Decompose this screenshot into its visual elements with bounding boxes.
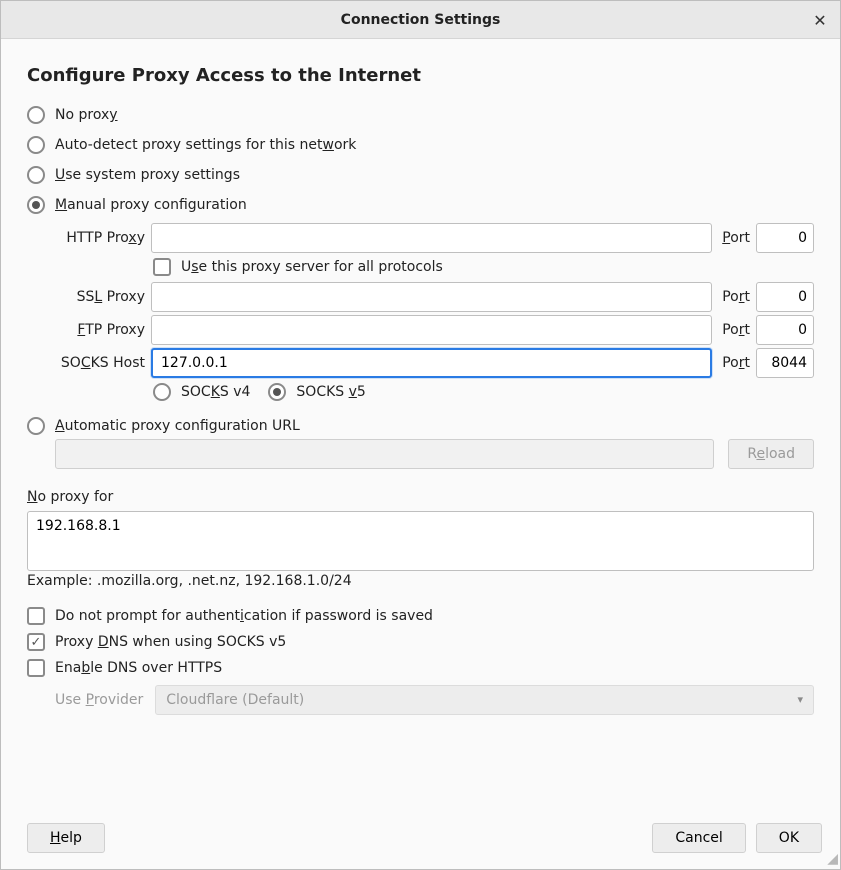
radio-mode-manual[interactable] [27, 196, 45, 214]
ftp-proxy-label: FTP Proxy [55, 322, 145, 338]
ssl-proxy-label: SSL Proxy [55, 289, 145, 305]
radio-mode-system-label[interactable]: Use system proxy settings [55, 167, 240, 183]
radio-mode-pac[interactable] [27, 417, 45, 435]
checkbox-no-auth-prompt[interactable] [27, 607, 45, 625]
radio-socks-v4-label[interactable]: SOCKS v4 [181, 384, 250, 400]
socks-host-label: SOCKS Host [55, 355, 145, 371]
http-port-label: Port [722, 230, 750, 246]
socks-port-label: Port [722, 355, 750, 371]
radio-mode-none[interactable] [27, 106, 45, 124]
radio-socks-v5[interactable] [268, 383, 286, 401]
no-proxy-label: No proxy for [27, 489, 814, 505]
dialog-title: Connection Settings [341, 12, 501, 28]
checkbox-no-auth-prompt-label[interactable]: Do not prompt for authentication if pass… [55, 608, 433, 624]
radio-mode-pac-label[interactable]: Automatic proxy configuration URL [55, 418, 300, 434]
manual-proxy-grid: HTTP Proxy Port Use this proxy server fo… [55, 220, 814, 407]
radio-socks-v5-label[interactable]: SOCKS v5 [296, 384, 365, 400]
ftp-port-label: Port [722, 322, 750, 338]
checkbox-proxy-dns[interactable] [27, 633, 45, 651]
ssl-port-input[interactable] [756, 282, 814, 312]
page-heading: Configure Proxy Access to the Internet [27, 65, 814, 86]
no-proxy-example: Example: .mozilla.org, .net.nz, 192.168.… [27, 573, 814, 589]
socks-port-input[interactable] [756, 348, 814, 378]
close-icon[interactable]: ✕ [810, 10, 830, 30]
no-proxy-textarea[interactable]: 192.168.8.1 [27, 511, 814, 571]
checkbox-proxy-dns-label[interactable]: Proxy DNS when using SOCKS v5 [55, 634, 286, 650]
dialog-body: Configure Proxy Access to the Internet N… [1, 39, 840, 823]
ftp-port-input[interactable] [756, 315, 814, 345]
pac-url-input[interactable] [55, 439, 714, 469]
http-proxy-label: HTTP Proxy [55, 230, 145, 246]
socks-host-input[interactable] [151, 348, 712, 378]
radio-mode-manual-label[interactable]: Manual proxy configuration [55, 197, 247, 213]
http-port-input[interactable] [756, 223, 814, 253]
http-proxy-input[interactable] [151, 223, 712, 253]
dialog-footer: Help Cancel OK [1, 823, 840, 869]
ssl-port-label: Port [722, 289, 750, 305]
radio-mode-none-label[interactable]: No proxy [55, 107, 118, 123]
checkbox-dns-over-https[interactable] [27, 659, 45, 677]
ok-button[interactable]: OK [756, 823, 822, 853]
share-all-label[interactable]: Use this proxy server for all protocols [181, 259, 443, 275]
ftp-proxy-input[interactable] [151, 315, 712, 345]
share-all-checkbox[interactable] [153, 258, 171, 276]
dialog-titlebar: Connection Settings ✕ [1, 1, 840, 39]
chevron-down-icon: ▾ [797, 693, 803, 706]
radio-mode-auto-label[interactable]: Auto-detect proxy settings for this netw… [55, 137, 356, 153]
doh-provider-label: Use Provider [55, 692, 143, 708]
reload-button[interactable]: Reload [728, 439, 814, 469]
help-button[interactable]: Help [27, 823, 105, 853]
cancel-button[interactable]: Cancel [652, 823, 745, 853]
doh-provider-select[interactable]: Cloudflare (Default) ▾ [155, 685, 814, 715]
radio-mode-system[interactable] [27, 166, 45, 184]
doh-provider-value: Cloudflare (Default) [166, 692, 304, 708]
radio-socks-v4[interactable] [153, 383, 171, 401]
checkbox-dns-over-https-label[interactable]: Enable DNS over HTTPS [55, 660, 222, 676]
ssl-proxy-input[interactable] [151, 282, 712, 312]
radio-mode-auto[interactable] [27, 136, 45, 154]
